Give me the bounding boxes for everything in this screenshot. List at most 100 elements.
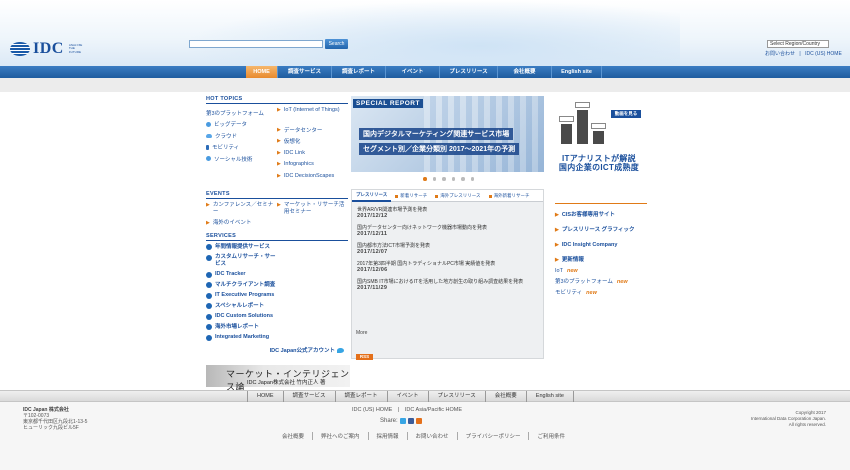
ad-chart-bar xyxy=(591,123,606,144)
footer-idc-us-link[interactable]: IDC (US) HOME xyxy=(352,407,392,413)
event-overseas[interactable]: ▶ 海外のイベント xyxy=(206,220,277,227)
twitter-account-link[interactable]: IDC Japan公式アカウント xyxy=(206,346,348,354)
market-intelligence-banner[interactable]: マーケット・インテリジェンス論 IDC Japan株式会社 竹内正人 著 xyxy=(206,365,350,393)
news-item[interactable]: 世界AR/VR関連市場予測を発表 2017/12/12 xyxy=(352,207,543,220)
news-item[interactable]: 2017年第3四半期 国内トラディショナルPC市場 実績値を発表 2017/12/… xyxy=(352,261,543,274)
footer-idc-ap-link[interactable]: IDC Asia/Pacific HOME xyxy=(405,407,462,413)
carousel-dot[interactable] xyxy=(423,177,427,181)
news-item[interactable]: 国内SMB IT市場におけるITを活用した地方創生の取り組み調査結果を発表 201… xyxy=(352,279,543,292)
tab-overseas-research[interactable]: 海外新着リサーチ xyxy=(485,190,534,202)
global-nav: HOME 調査サービス 調査レポート イベント プレスリリース 会社概要 Eng… xyxy=(0,66,850,78)
new-badge: new xyxy=(616,279,628,285)
carousel-dot[interactable] xyxy=(432,177,436,181)
topic-virtualization[interactable]: ▶ 仮想化 xyxy=(277,136,348,148)
contact-link[interactable]: お問い合わせ xyxy=(765,51,795,57)
service-it-executive[interactable]: IT Executive Programs xyxy=(206,292,278,299)
twitter-share-icon[interactable] xyxy=(399,418,406,424)
nav-english-site[interactable]: English site xyxy=(552,66,602,78)
divider: | xyxy=(397,407,400,413)
cis-link[interactable]: ▶ CISお客様専用サイト xyxy=(555,212,647,219)
nav-company[interactable]: 会社概要 xyxy=(498,66,552,78)
carousel-dot[interactable] xyxy=(461,177,465,181)
nav-research-reports[interactable]: 調査レポート xyxy=(332,66,386,78)
service-overseas-report[interactable]: 海外市場レポート xyxy=(206,324,278,330)
footer-home-links: IDC (US) HOME | IDC Asia/Pacific HOME xyxy=(352,407,466,413)
footer-contact-link[interactable]: お問い合わせ xyxy=(408,432,458,440)
rss-button[interactable]: RSS xyxy=(356,354,373,360)
footer-terms-link[interactable]: ご利用条件 xyxy=(529,432,573,440)
service-icon xyxy=(206,282,212,288)
tab-press-release[interactable]: プレスリリース xyxy=(352,190,392,202)
tab-label: 海外新着リサーチ xyxy=(493,193,530,198)
tab-overseas-press[interactable]: 海外プレスリリース xyxy=(431,190,484,202)
search-input[interactable] xyxy=(189,40,323,48)
nav-research-services[interactable]: 調査サービス xyxy=(278,66,332,78)
footer-company-link[interactable]: 会社概要 xyxy=(274,432,314,440)
topic-iot[interactable]: ▶ IoT (Internet of Things) xyxy=(277,107,348,124)
link-label: プレスリリース グラフィック xyxy=(561,227,635,233)
topic-idc-link[interactable]: ▶ IDC Link xyxy=(277,147,348,159)
press-graphic-link[interactable]: ▶ プレスリリース グラフィック xyxy=(555,227,647,234)
news-item[interactable]: 国内データセンター向けネットワーク機器市場動向を発表 2017/12/11 xyxy=(352,225,543,238)
update-third-platform[interactable]: 第3のプラットフォーム new xyxy=(555,279,647,286)
service-label: Integrated Marketing xyxy=(215,334,270,340)
watch-video-button[interactable]: 動画を見る xyxy=(611,110,641,118)
service-special-report[interactable]: スペシャルレポート xyxy=(206,303,278,309)
region-select[interactable]: Select Region/Country xyxy=(767,40,829,48)
event-market-research-seminar[interactable]: ▶ マーケット・リサーチ活用セミナー xyxy=(277,202,348,216)
service-custom-research[interactable]: カスタムリサーチ・サービス xyxy=(206,254,278,267)
news-more-link[interactable]: More xyxy=(356,330,367,336)
tab-new-research[interactable]: 新着リサーチ xyxy=(391,190,431,202)
service-icon xyxy=(206,292,212,299)
right-column: 動画を見る ITアナリストが解説 国内企業のICT成熟度 xyxy=(553,96,645,172)
nav-home[interactable]: HOME xyxy=(246,66,278,78)
service-annual[interactable]: 年間情報提供サービス xyxy=(206,244,278,250)
footer-careers-link[interactable]: 採用情報 xyxy=(369,432,408,440)
update-iot[interactable]: IoT new xyxy=(555,268,647,275)
topic-third-platform[interactable]: 第3のプラットフォーム xyxy=(206,107,277,119)
special-report-banner[interactable]: SPECIAL REPORT 国内デジタルマーケティング関連サービス市場 セグメ… xyxy=(351,96,544,172)
update-label: モビリティ xyxy=(555,290,583,296)
service-icon xyxy=(206,313,212,320)
news-date: 2017/12/07 xyxy=(357,249,388,255)
footer-guide-link[interactable]: 弊社ヘのご案内 xyxy=(313,432,369,440)
carousel-dot[interactable] xyxy=(451,177,455,181)
topic-datacenter[interactable]: ▶ データセンター xyxy=(277,124,348,136)
topic-label: IDC DecisionScapes xyxy=(283,172,335,179)
carousel-dot[interactable] xyxy=(442,177,446,181)
topic-cloud[interactable]: クラウド xyxy=(206,130,277,142)
insight-company-link[interactable]: ▶ IDC Insight Company xyxy=(555,242,647,249)
search-button[interactable]: Search xyxy=(325,39,348,49)
service-integrated-marketing[interactable]: Integrated Marketing xyxy=(206,334,278,341)
site-header xyxy=(0,0,850,66)
nav-events[interactable]: イベント xyxy=(386,66,440,78)
idc-us-home-link[interactable]: IDC (US) HOME xyxy=(805,51,842,57)
topic-social[interactable]: ソーシャル技術 xyxy=(206,153,277,165)
rss-share-icon[interactable] xyxy=(415,418,422,424)
service-tracker[interactable]: IDC Tracker xyxy=(206,271,278,278)
idc-logo[interactable]: IDC ANALYZE THE FUTURE xyxy=(10,40,87,58)
banner-headline-2: セグメント別／企業分類別 2017～2021年の予測 xyxy=(359,143,520,155)
footer-privacy-link[interactable]: プライバシーポリシー xyxy=(458,432,530,440)
service-multiclient[interactable]: マルチクライアント調査 xyxy=(206,282,278,288)
header-background xyxy=(180,0,680,66)
facebook-share-icon[interactable] xyxy=(407,418,414,424)
service-custom-solutions[interactable]: IDC Custom Solutions xyxy=(206,313,278,320)
ict-maturity-ad[interactable]: 動画を見る xyxy=(553,96,643,150)
topic-decisionscapes[interactable]: ▶ IDC DecisionScapes xyxy=(277,170,348,182)
news-date: 2017/11/29 xyxy=(357,285,388,291)
topic-mobility[interactable]: モビリティ xyxy=(206,142,277,154)
update-mobility[interactable]: モビリティ new xyxy=(555,290,647,297)
banner-headline-1: 国内デジタルマーケティング関連サービス市場 xyxy=(359,128,514,140)
nav-press-releases[interactable]: プレスリリース xyxy=(440,66,498,78)
topic-big-data[interactable]: ビッグデータ xyxy=(206,119,277,131)
carousel-dot[interactable] xyxy=(470,177,474,181)
topic-label: 仮想化 xyxy=(283,139,301,146)
arrow-right-icon: ▶ xyxy=(277,172,281,179)
updates-heading: ▶ 更新情報 xyxy=(555,257,647,264)
event-conference[interactable]: ▶ カンファレンス／セミナー xyxy=(206,202,277,216)
news-item[interactable]: 国内都市方法ICT市場予測を発表 2017/12/07 xyxy=(352,243,543,256)
topic-infographics[interactable]: ▶ Infographics xyxy=(277,159,348,171)
building-name: ヒューリック九段ビル5F xyxy=(23,425,79,431)
new-badge: new xyxy=(566,268,578,274)
